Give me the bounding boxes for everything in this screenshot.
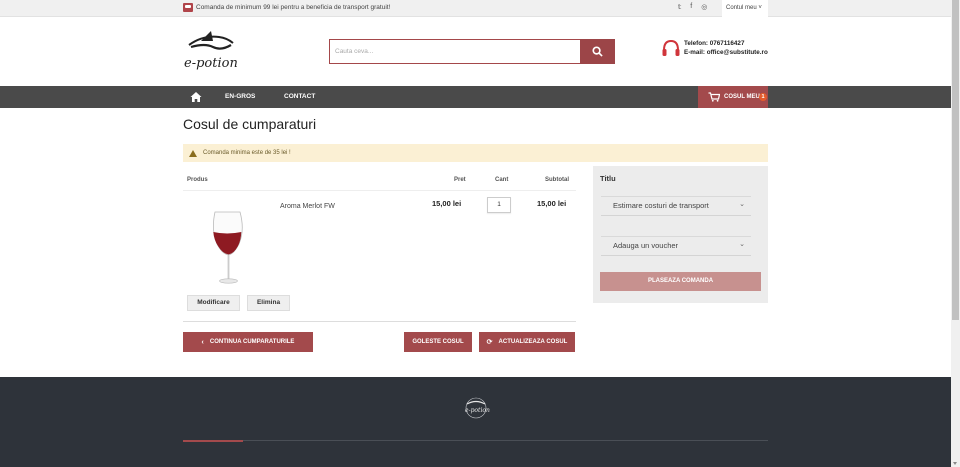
footer-logo-text: e-potion <box>465 407 490 414</box>
nav-item-en-gros[interactable]: EN-GROS <box>225 93 255 100</box>
column-header-product: Produs <box>187 177 208 183</box>
site-logo[interactable]: e-potion <box>183 29 238 73</box>
search-icon <box>592 46 603 57</box>
empty-cart-button[interactable]: GOLESTE COSUL <box>404 332 472 352</box>
shipping-estimate-label: Estimare costuri de transport <box>613 201 709 210</box>
cart-button[interactable]: COSUL MEU 1 <box>698 86 768 108</box>
product-subtotal: 15,00 lei <box>537 199 567 208</box>
cart-count-badge: 1 <box>759 93 767 101</box>
voucher-dropdown[interactable]: Adauga un voucher ⌄ <box>601 236 751 256</box>
delivery-icon <box>183 3 193 12</box>
divider <box>183 190 576 191</box>
chevron-left-icon: ‹ <box>201 338 204 346</box>
search-bar <box>329 39 615 64</box>
instagram-icon[interactable]: ◎ <box>701 3 707 11</box>
account-menu[interactable]: Contul meu ˅ <box>722 0 768 17</box>
cart-label: COSUL MEU <box>724 94 760 100</box>
contact-info: Telefon: 0767116427 E-mail: office@subst… <box>662 39 768 59</box>
nav-item-contact[interactable]: CONTACT <box>284 93 315 100</box>
home-icon[interactable] <box>190 91 202 103</box>
update-cart-button[interactable]: ⟳ ACTUALIZEAZA COSUL <box>479 332 575 352</box>
minimum-order-notice: Comanda minima este de 35 lei ! <box>183 144 768 162</box>
social-links: 𝕥 f ◎ <box>678 3 707 11</box>
refresh-icon: ⟳ <box>486 339 493 346</box>
product-name[interactable]: Aroma Merlot FW <box>280 203 335 210</box>
continue-shopping-label: CONTINUA CUMPARATURILE <box>209 339 295 345</box>
panel-title: Titlu <box>600 174 616 183</box>
page-title: Cosul de cumparaturi <box>183 116 317 132</box>
voucher-label: Adauga un voucher <box>613 241 679 250</box>
product-image[interactable] <box>205 210 250 286</box>
footer-divider <box>183 440 768 441</box>
shipping-estimate-dropdown[interactable]: Estimare costuri de transport ⌄ <box>601 196 751 216</box>
footer: e-potion <box>0 377 951 467</box>
continue-shopping-button[interactable]: ‹ CONTINUA CUMPARATURILE <box>183 332 313 352</box>
place-order-button[interactable]: PLASEAZA COMANDA <box>600 272 761 291</box>
update-cart-label: ACTUALIZEAZA COSUL <box>498 339 568 345</box>
quantity-input[interactable]: 1 <box>487 197 511 213</box>
order-summary-panel: Titlu Estimare costuri de transport ⌄ Ad… <box>593 166 768 303</box>
main-nav: EN-GROS CONTACT COSUL MEU 1 <box>0 86 951 108</box>
facebook-icon[interactable]: f <box>690 3 692 11</box>
footer-logo[interactable]: e-potion <box>461 396 491 420</box>
empty-cart-label: GOLESTE COSUL <box>412 339 464 345</box>
contact-email[interactable]: E-mail: office@substitute.ro <box>684 48 768 57</box>
chevron-down-icon: ⌄ <box>739 241 745 248</box>
header: e-potion Telefon: 0767116427 E-mail: off… <box>0 17 951 86</box>
column-header-price: Pret <box>454 177 466 183</box>
notice-text: Comanda minima este de 35 lei ! <box>203 150 291 156</box>
column-header-qty: Cant <box>495 177 509 183</box>
promo-text: Comanda de minimum 99 lei pentru a benef… <box>196 4 391 11</box>
search-button[interactable] <box>580 39 615 64</box>
edit-item-button[interactable]: Modificare <box>187 295 240 311</box>
top-bar: Comanda de minimum 99 lei pentru a benef… <box>0 0 951 17</box>
scroll-down-icon[interactable] <box>953 462 957 465</box>
warning-icon <box>189 149 197 157</box>
scrollbar-thumb[interactable] <box>952 0 959 320</box>
column-header-subtotal: Subtotal <box>545 177 569 183</box>
page-scrollbar[interactable] <box>951 0 960 467</box>
remove-item-button[interactable]: Elimina <box>247 295 290 311</box>
headset-icon <box>662 39 680 56</box>
free-shipping-promo: Comanda de minimum 99 lei pentru a benef… <box>183 3 390 12</box>
footer-divider-accent <box>183 440 243 442</box>
search-input[interactable] <box>329 39 580 64</box>
cart-icon <box>708 92 720 102</box>
contact-phone: Telefon: 0767116427 <box>684 40 745 47</box>
logo-text: e-potion <box>184 56 238 71</box>
twitter-icon[interactable]: 𝕥 <box>678 3 681 11</box>
product-price: 15,00 lei <box>432 199 462 208</box>
page: Comanda de minimum 99 lei pentru a benef… <box>0 0 951 467</box>
divider <box>183 321 576 322</box>
chevron-down-icon: ⌄ <box>739 201 745 208</box>
